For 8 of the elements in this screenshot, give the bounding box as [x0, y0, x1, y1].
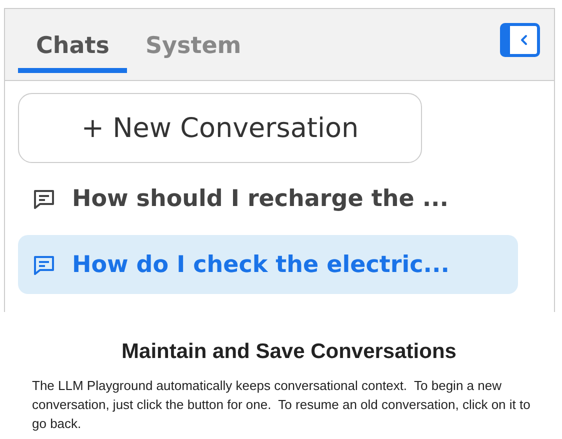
- tab[interactable]: Chats: [18, 9, 128, 73]
- conversation-item[interactable]: How should I recharge the ...: [18, 175, 518, 223]
- collapse-button[interactable]: [500, 23, 540, 57]
- caption-title: Maintain and Save Conversations: [120, 340, 458, 364]
- new-conversation-button[interactable]: + New Conversation: [18, 93, 422, 163]
- chat-bubble-icon: [32, 187, 56, 211]
- caption-text: The LLM Playground automatically keeps conversational context. To begin a new conversation, just click the button for one. To resume an old conversation, click on it to go back.: [32, 377, 532, 433]
- conversation-item[interactable]: How do I check the electric...: [18, 235, 518, 294]
